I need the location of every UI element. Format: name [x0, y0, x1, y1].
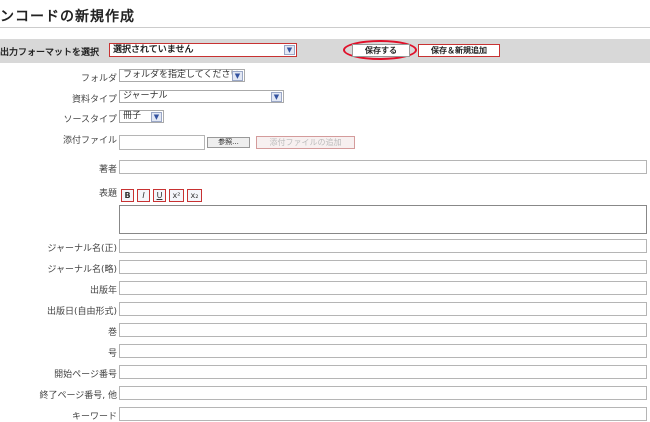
source-type-label: ソースタイプ [63, 115, 117, 125]
title-textarea[interactable] [119, 205, 647, 234]
chevron-down-icon: ▼ [151, 112, 162, 122]
title-divider [0, 27, 650, 28]
volume-label: 巻 [107, 328, 117, 338]
doc-type-select[interactable]: ジャーナル ▼ [119, 90, 284, 103]
issue-field[interactable] [119, 344, 647, 358]
attachment-file-input[interactable] [119, 135, 205, 150]
subscript-button[interactable]: x₂ [187, 189, 202, 202]
pub-date-field[interactable] [119, 302, 647, 316]
italic-button[interactable]: I [137, 189, 150, 202]
doc-type-label: 資料タイプ [71, 95, 117, 105]
end-page-field[interactable] [119, 386, 647, 400]
end-page-label: 終了ページ番号, 他 [39, 391, 117, 401]
keyword-label: キーワード [71, 412, 117, 422]
chevron-down-icon: ▼ [284, 45, 295, 55]
pub-year-label: 出版年 [89, 286, 117, 296]
author-field[interactable] [119, 160, 647, 174]
journal-abbr-label: ジャーナル名(略) [47, 265, 117, 275]
chevron-down-icon: ▼ [271, 92, 282, 102]
pub-year-field[interactable] [119, 281, 647, 295]
keyword-field[interactable] [119, 407, 647, 421]
page-title: ンコードの新規作成 [0, 9, 135, 25]
toolbar: 出力フォーマットを選択 選択されていません ▼ 保存する 保存＆新規追加 [0, 39, 650, 63]
save-button[interactable]: 保存する [352, 44, 410, 57]
volume-field[interactable] [119, 323, 647, 337]
pub-date-label: 出版日(自由形式) [46, 307, 117, 317]
doc-type-value: ジャーナル [123, 91, 168, 101]
folder-select[interactable]: フォルダを指定してください ▼ [119, 69, 245, 82]
journal-formal-field[interactable] [119, 239, 647, 253]
output-format-value: 選択されていません [113, 45, 194, 55]
author-label: 著者 [98, 165, 117, 175]
journal-abbr-field[interactable] [119, 260, 647, 274]
browse-button[interactable]: 参照... [207, 137, 250, 148]
output-format-select[interactable]: 選択されていません ▼ [109, 43, 297, 57]
folder-label: フォルダ [80, 74, 117, 84]
underline-button[interactable]: U [153, 189, 166, 202]
source-type-value: 冊子 [123, 111, 142, 121]
chevron-down-icon: ▼ [232, 71, 243, 81]
issue-label: 号 [107, 349, 117, 359]
source-type-select[interactable]: 冊子 ▼ [119, 110, 164, 123]
bold-button[interactable]: B [121, 189, 134, 202]
save-and-new-button[interactable]: 保存＆新規追加 [418, 44, 500, 57]
output-format-label: 出力フォーマットを選択 [0, 48, 100, 58]
title-label: 表題 [98, 189, 117, 199]
add-attachment-button[interactable]: 添付ファイルの追加 [256, 136, 355, 149]
superscript-button[interactable]: x² [169, 189, 184, 202]
start-page-label: 開始ページ番号 [54, 370, 117, 380]
attachment-label: 添付ファイル [62, 136, 117, 146]
folder-value: フォルダを指定してください [123, 70, 240, 80]
journal-formal-label: ジャーナル名(正) [47, 244, 117, 254]
start-page-field[interactable] [119, 365, 647, 379]
